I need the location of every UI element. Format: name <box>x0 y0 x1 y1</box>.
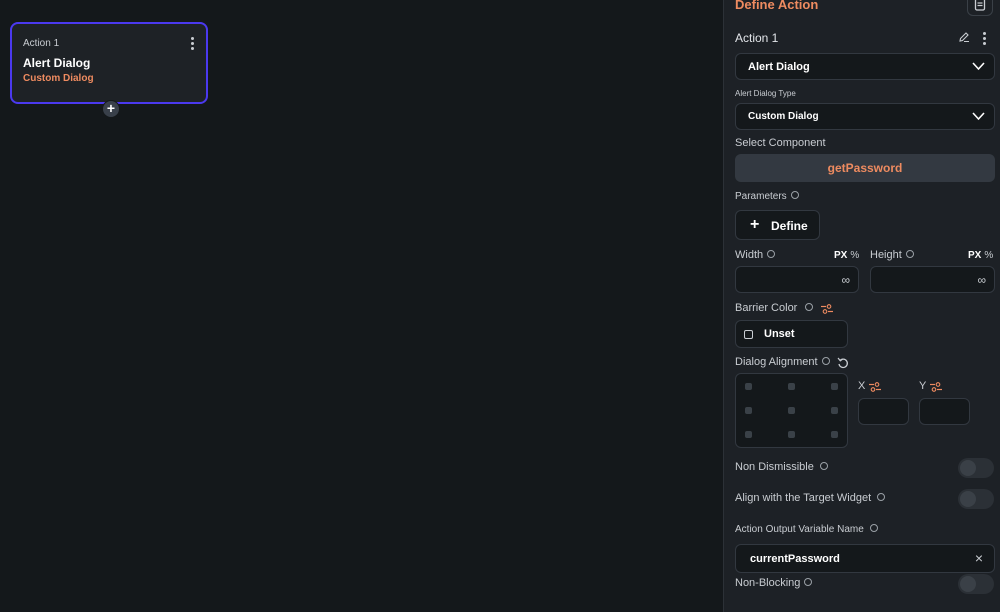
non-blocking-label: Non-Blocking <box>735 577 813 589</box>
info-icon[interactable] <box>869 524 878 533</box>
color-swatch <box>744 330 753 339</box>
width-unit-percent[interactable]: % <box>850 250 859 261</box>
align-bottom-left[interactable] <box>745 431 752 438</box>
action-node-subtitle: Custom Dialog <box>23 73 94 84</box>
align-top-left[interactable] <box>745 383 752 390</box>
width-label: Width <box>735 249 776 261</box>
info-icon[interactable] <box>877 493 886 502</box>
chevron-down-icon <box>972 62 985 71</box>
align-target-label: Align with the Target Widget <box>735 492 886 504</box>
tune-icon[interactable] <box>869 382 881 392</box>
output-var-label: Action Output Variable Name <box>735 524 878 535</box>
add-action-button[interactable]: + <box>102 100 120 118</box>
dialog-type-label: Alert Dialog Type <box>735 89 796 98</box>
define-button-label: Define <box>771 219 808 233</box>
output-variable-input[interactable]: currentPassword × <box>735 544 995 573</box>
height-unit-percent[interactable]: % <box>984 250 993 261</box>
parameters-label-text: Parameters <box>735 191 787 202</box>
action-type-select[interactable]: Alert Dialog <box>735 53 995 80</box>
height-unit-px[interactable]: PX <box>968 250 981 261</box>
info-icon[interactable] <box>767 250 776 259</box>
toggle-knob <box>960 576 976 592</box>
define-parameters-button[interactable]: + Define <box>735 210 820 240</box>
align-bottom-center[interactable] <box>788 431 795 438</box>
width-unit-px[interactable]: PX <box>834 250 847 261</box>
dialog-alignment-label: Dialog Alignment <box>735 356 830 368</box>
dialog-type-value: Custom Dialog <box>748 111 819 122</box>
x-offset-input[interactable] <box>858 398 909 425</box>
define-action-panel: Define Action Action 1 Alert Dialog Aler… <box>723 0 1000 612</box>
plus-icon: + <box>750 216 760 233</box>
barrier-color-value: Unset <box>764 328 795 340</box>
width-unit-toggle[interactable]: PX% <box>834 250 859 261</box>
toggle-knob <box>960 491 976 507</box>
non-blocking-label-text: Non-Blocking <box>735 577 801 589</box>
workflow-canvas[interactable]: Action 1 Alert Dialog Custom Dialog + <box>0 0 723 612</box>
dialog-type-select[interactable]: Custom Dialog <box>735 103 995 130</box>
edit-icon[interactable] <box>958 31 970 43</box>
component-selector[interactable]: getPassword <box>735 154 995 182</box>
width-label-text: Width <box>735 249 764 261</box>
action-name: Action 1 <box>735 31 779 45</box>
chevron-down-icon <box>972 112 985 121</box>
align-bottom-right[interactable] <box>831 431 838 438</box>
reset-icon[interactable] <box>837 357 849 369</box>
parameters-label: Parameters <box>735 191 799 202</box>
info-icon[interactable] <box>905 250 914 259</box>
output-var-label-text: Action Output Variable Name <box>735 524 864 535</box>
action-node-card[interactable]: Action 1 Alert Dialog Custom Dialog <box>10 22 208 104</box>
tune-icon[interactable] <box>930 382 942 392</box>
height-unit-toggle[interactable]: PX% <box>968 250 993 261</box>
info-icon[interactable] <box>804 578 813 587</box>
barrier-color-label: Barrier Color <box>735 302 814 314</box>
output-variable-value: currentPassword <box>750 553 840 565</box>
document-icon <box>974 0 986 11</box>
align-center-left[interactable] <box>745 407 752 414</box>
y-offset-input[interactable] <box>919 398 970 425</box>
non-dismissible-toggle[interactable] <box>958 458 994 478</box>
select-component-label: Select Component <box>735 137 826 149</box>
alignment-grid[interactable] <box>735 373 848 448</box>
non-dismissible-label: Non Dismissible <box>735 461 828 473</box>
y-label: Y <box>919 380 927 392</box>
more-vertical-icon[interactable] <box>191 37 195 50</box>
action-node-title: Alert Dialog <box>23 56 91 70</box>
align-center[interactable] <box>788 407 795 414</box>
barrier-color-picker[interactable]: Unset <box>735 320 848 348</box>
panel-title: Define Action <box>735 0 819 12</box>
height-label-text: Height <box>870 249 902 261</box>
info-icon[interactable] <box>805 303 814 312</box>
align-top-right[interactable] <box>831 383 838 390</box>
height-label: Height <box>870 249 914 261</box>
action-node-label: Action 1 <box>23 38 60 49</box>
x-label: X <box>858 380 866 392</box>
align-top-center[interactable] <box>788 383 795 390</box>
align-target-label-text: Align with the Target Widget <box>735 492 872 504</box>
align-center-right[interactable] <box>831 407 838 414</box>
dialog-alignment-label-text: Dialog Alignment <box>735 356 818 368</box>
tune-icon[interactable] <box>821 304 833 314</box>
width-input[interactable]: ∞ <box>735 266 859 293</box>
align-target-toggle[interactable] <box>958 489 994 509</box>
barrier-color-label-text: Barrier Color <box>735 302 798 314</box>
info-icon[interactable] <box>819 462 828 471</box>
info-icon[interactable] <box>790 191 799 200</box>
height-infinity-value: ∞ <box>977 273 986 287</box>
action-type-value: Alert Dialog <box>748 61 810 73</box>
width-infinity-value: ∞ <box>841 273 850 287</box>
close-icon[interactable]: × <box>975 550 983 566</box>
height-input[interactable]: ∞ <box>870 266 995 293</box>
non-dismissible-label-text: Non Dismissible <box>735 461 814 473</box>
document-button[interactable] <box>967 0 993 16</box>
info-icon[interactable] <box>821 357 830 366</box>
more-options-icon[interactable] <box>983 32 987 45</box>
toggle-knob <box>960 460 976 476</box>
non-blocking-toggle[interactable] <box>958 574 994 594</box>
